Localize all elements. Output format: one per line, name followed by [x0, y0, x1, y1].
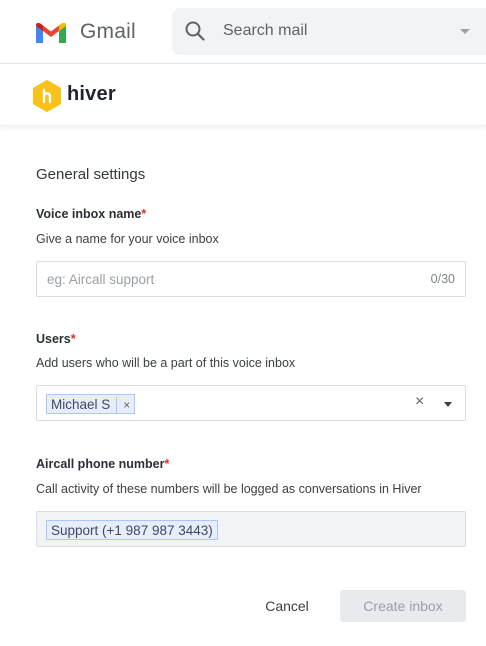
aircall-phone-number-help: Call activity of these numbers will be l…	[36, 482, 422, 496]
search-bar[interactable]	[172, 8, 486, 55]
search-options-caret-icon[interactable]	[460, 29, 470, 34]
gmail-wordmark: Gmail	[80, 20, 136, 43]
required-mark: *	[164, 457, 170, 471]
search-icon[interactable]	[184, 20, 206, 42]
character-counter: 0/30	[430, 272, 455, 286]
search-input[interactable]: Search mail	[223, 22, 307, 40]
hiver-wordmark: hiver	[67, 83, 116, 105]
voice-inbox-name-label-text: Voice inbox name	[36, 207, 142, 221]
aircall-phone-number-select: Support (+1 987 987 3443)	[36, 511, 466, 547]
required-mark: *	[141, 207, 147, 221]
required-mark: *	[70, 332, 76, 346]
voice-inbox-name-placeholder: eg: Aircall support	[47, 272, 155, 287]
users-label: Users*	[36, 332, 76, 346]
hiver-logo-icon	[33, 80, 61, 112]
clear-users-icon[interactable]: ×	[415, 393, 424, 411]
voice-inbox-name-help: Give a name for your voice inbox	[36, 232, 219, 246]
remove-user-icon[interactable]: ×	[116, 397, 130, 414]
gmail-logo-icon[interactable]	[34, 19, 68, 45]
users-select[interactable]: Michael S × ×	[36, 385, 466, 421]
users-help: Add users who will be a part of this voi…	[36, 356, 296, 370]
aircall-phone-number-label-text: Aircall phone number	[36, 457, 165, 471]
phone-number-chip: Support (+1 987 987 3443)	[46, 520, 218, 540]
user-chip-label: Michael S	[51, 397, 111, 412]
create-inbox-button[interactable]: Create inbox	[340, 590, 466, 622]
chevron-down-icon[interactable]	[444, 402, 452, 407]
cancel-button[interactable]: Cancel	[249, 590, 325, 622]
section-title: General settings	[36, 166, 146, 183]
voice-inbox-name-label: Voice inbox name*	[36, 207, 146, 221]
voice-inbox-name-input[interactable]: eg: Aircall support 0/30	[36, 261, 466, 297]
users-label-text: Users	[36, 332, 71, 346]
aircall-phone-number-label: Aircall phone number*	[36, 457, 169, 471]
user-chip: Michael S ×	[46, 394, 136, 414]
